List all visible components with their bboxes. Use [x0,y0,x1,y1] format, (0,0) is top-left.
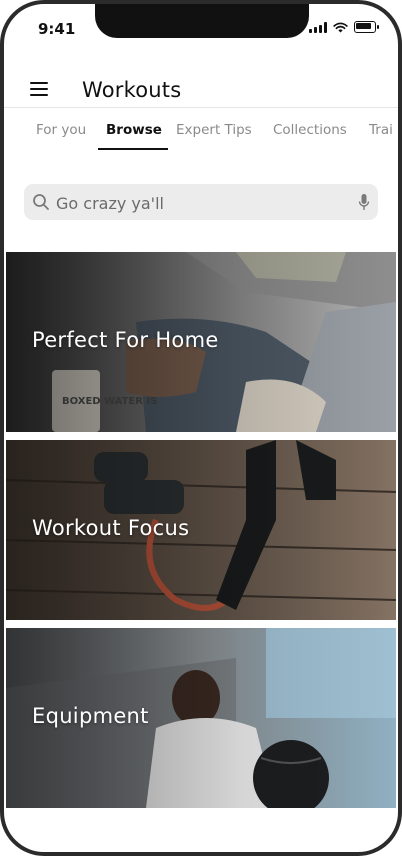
search-icon [33,194,49,210]
tab-training[interactable]: Trai [369,108,393,152]
category-card-perfect-for-home[interactable]: BOXED WATER IS Perfect For Home [6,252,396,432]
tab-browse[interactable]: Browse [106,108,162,152]
search-input[interactable] [54,184,348,222]
battery-icon [354,21,379,33]
phone-frame: 9:41 Workouts For you Browse Expert Tips… [0,0,402,856]
carton-label: BOXED WATER IS [62,396,157,407]
tab-collections[interactable]: Collections [273,108,347,152]
status-icons [309,21,379,33]
microphone-icon[interactable] [358,193,370,211]
category-label: Perfect For Home [32,328,219,352]
status-time: 9:41 [38,20,76,38]
hamburger-menu-icon[interactable] [30,82,48,97]
page-title: Workouts [82,78,182,102]
category-tabs: For you Browse Expert Tips Collections T… [4,108,398,152]
category-card-workout-focus[interactable]: Workout Focus [6,440,396,620]
search-bar [24,184,378,222]
signal-icon [309,21,327,33]
active-tab-indicator [98,148,168,150]
app-header: Workouts [4,70,398,108]
category-label: Workout Focus [32,516,190,540]
category-label: Equipment [32,704,149,728]
wifi-icon [333,22,348,32]
category-card-equipment[interactable]: Equipment [6,628,396,808]
tab-for-you[interactable]: For you [36,108,86,152]
tab-expert-tips[interactable]: Expert Tips [176,108,252,152]
device-notch [95,4,309,38]
